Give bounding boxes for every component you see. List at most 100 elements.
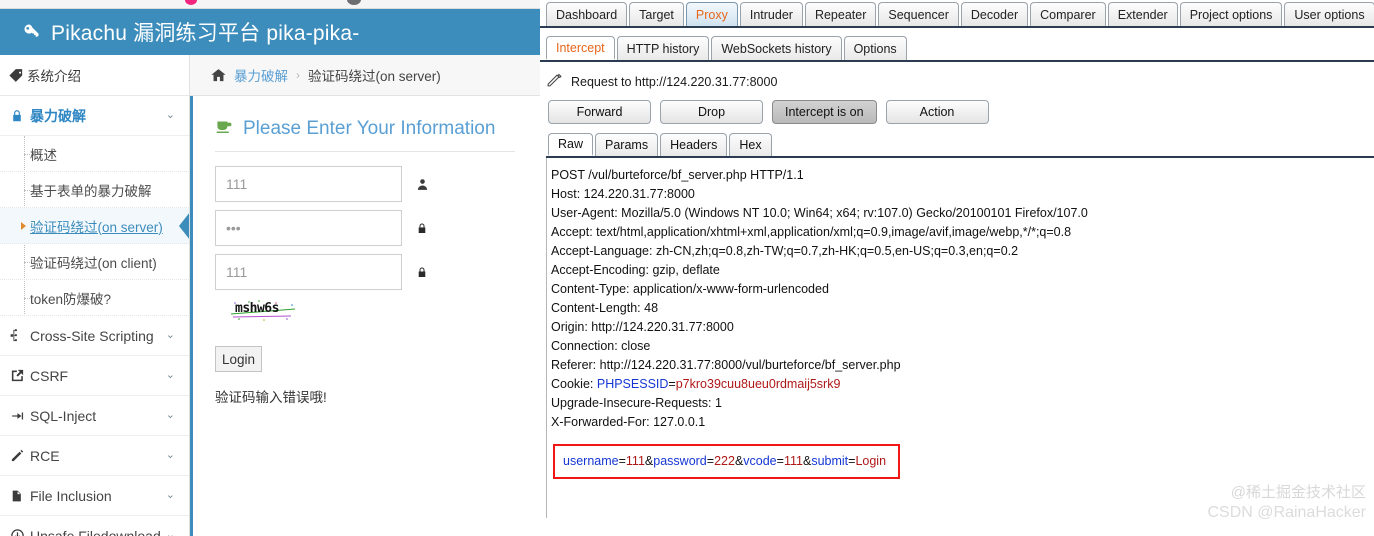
- intercept-toggle-button[interactable]: Intercept is on: [772, 100, 877, 124]
- chevron-down-icon[interactable]: ⌄: [166, 530, 175, 536]
- pikachu-web-app: Pikachu 漏洞练习平台 pika-pika- 暴力破解 › 验证码绕过(o…: [0, 0, 540, 536]
- subtab-intercept[interactable]: Intercept: [546, 36, 615, 60]
- burp-suite-window: Dashboard Target Proxy Intruder Repeater…: [540, 0, 1374, 536]
- title-divider: [215, 151, 515, 152]
- share-icon: [10, 368, 30, 383]
- login-button[interactable]: Login: [215, 346, 262, 372]
- cookie-value: p7kro39cuu8ueu0rdmaij5srk9: [675, 377, 841, 391]
- tab-extender[interactable]: Extender: [1107, 2, 1178, 26]
- sitemap-icon: [10, 328, 30, 343]
- viewtab-headers[interactable]: Headers: [660, 133, 728, 156]
- subtab-websockets-history[interactable]: WebSockets history: [711, 36, 842, 60]
- tag-icon: [8, 67, 25, 84]
- tab-intruder[interactable]: Intruder: [739, 2, 803, 26]
- tab-proxy[interactable]: Proxy: [685, 2, 738, 26]
- app-title: Pikachu 漏洞练习平台 pika-pika-: [51, 22, 360, 45]
- chevron-down-icon[interactable]: ⌄: [166, 370, 175, 381]
- header-x-forwarded-for: X-Forwarded-For: 127.0.0.1: [551, 415, 706, 429]
- sidebar-group-file-inclusion[interactable]: File Inclusion ⌄: [0, 476, 189, 516]
- sidebar-group-label: Cross-Site Scripting: [30, 327, 154, 344]
- sidebar-submenu-bruteforce: 概述 基于表单的暴力破解 验证码绕过(on server) 验证码绕过(on c…: [0, 136, 189, 316]
- coffee-icon: [215, 118, 234, 140]
- header-accept: Accept: text/html,application/xhtml+xml,…: [551, 225, 1072, 239]
- tab-target[interactable]: Target: [629, 2, 684, 26]
- tab-sequencer[interactable]: Sequencer: [878, 2, 959, 26]
- raw-request-editor[interactable]: POST /vul/burteforce/bf_server.php HTTP/…: [546, 158, 1374, 518]
- header-cookie: Cookie: PHPSESSID=p7kro39cuu8ueu0rdmaij5…: [551, 375, 1374, 394]
- sidebar-subitem-token[interactable]: token防爆破?: [0, 280, 189, 316]
- username-input[interactable]: [215, 166, 402, 202]
- captcha-image[interactable]: mshw6s: [229, 298, 299, 322]
- vcode-input[interactable]: [215, 254, 402, 290]
- header-connection: Connection: close: [551, 339, 651, 353]
- password-row: [215, 210, 540, 246]
- burp-main-tabs: Dashboard Target Proxy Intruder Repeater…: [540, 0, 1374, 28]
- sidebar-group-unsafe-filedownload[interactable]: Unsafe Filedownload ⌄: [0, 516, 189, 536]
- header-referer: Referer: http://124.220.31.77:8000/vul/b…: [551, 358, 901, 372]
- sidebar-group-label: File Inclusion: [30, 487, 112, 504]
- sidebar-group-rce[interactable]: RCE ⌄: [0, 436, 189, 476]
- param-value-submit: Login: [855, 454, 887, 468]
- lock-icon: [416, 265, 428, 280]
- burp-intercept-panel: Request to http://124.220.31.77:8000 For…: [540, 62, 1374, 518]
- subtab-http-history[interactable]: HTTP history: [616, 36, 710, 60]
- sidebar-group-bruteforce[interactable]: 暴力破解 ⌄: [0, 96, 189, 136]
- chevron-down-icon[interactable]: ⌄: [166, 110, 175, 121]
- form-title-text: Please Enter Your Information: [243, 118, 496, 139]
- burp-proxy-subtabs: Intercept HTTP history WebSockets histor…: [540, 34, 1374, 62]
- sidebar-subitem-overview[interactable]: 概述: [0, 136, 189, 172]
- viewtab-params[interactable]: Params: [595, 133, 659, 156]
- active-indicator-arrow: [179, 211, 189, 240]
- sidebar-group-sql-inject[interactable]: SQL-Inject ⌄: [0, 396, 189, 436]
- viewtab-raw[interactable]: Raw: [548, 133, 594, 156]
- header-upgrade-insecure: Upgrade-Insecure-Requests: 1: [551, 396, 722, 410]
- error-message: 验证码输入错误哦!: [215, 390, 327, 405]
- chevron-down-icon[interactable]: ⌄: [166, 330, 175, 341]
- browser-icon-pink: [185, 0, 197, 5]
- tab-user-options[interactable]: User options: [1284, 2, 1374, 26]
- tab-decoder[interactable]: Decoder: [960, 2, 1029, 26]
- drop-button[interactable]: Drop: [660, 100, 763, 124]
- sidebar-group-csrf[interactable]: CSRF ⌄: [0, 356, 189, 396]
- action-button[interactable]: Action: [885, 100, 989, 124]
- caret-right-icon: [21, 221, 26, 230]
- forward-button[interactable]: Forward: [548, 100, 651, 124]
- viewtab-hex[interactable]: Hex: [729, 133, 772, 156]
- tab-repeater[interactable]: Repeater: [804, 2, 877, 26]
- breadcrumb-parent[interactable]: 暴力破解: [234, 65, 288, 85]
- breadcrumb-separator: ›: [296, 68, 300, 82]
- sidebar-subitem-label: 验证码绕过(on server): [30, 219, 163, 235]
- sidebar-subitem-captcha-server[interactable]: 验证码绕过(on server): [0, 208, 189, 244]
- param-key-username: username: [563, 454, 619, 468]
- syringe-icon: [10, 409, 30, 423]
- header-origin: Origin: http://124.220.31.77:8000: [551, 320, 734, 334]
- chevron-down-icon[interactable]: ⌄: [166, 410, 175, 421]
- sidebar-subitem-label: 基于表单的暴力破解: [30, 183, 152, 199]
- sidebar-subitem-label: 验证码绕过(on client): [30, 255, 157, 271]
- sidebar-group-xss[interactable]: Cross-Site Scripting ⌄: [0, 316, 189, 356]
- sidebar-group-label: Unsafe Filedownload: [30, 527, 161, 536]
- param-key-submit: submit: [811, 454, 849, 468]
- sidebar-subitem-form-bruteforce[interactable]: 基于表单的暴力破解: [0, 172, 189, 208]
- app-header: Pikachu 漏洞练习平台 pika-pika-: [0, 9, 540, 55]
- request-line: POST /vul/burteforce/bf_server.php HTTP/…: [551, 168, 804, 182]
- tab-comparer[interactable]: Comparer: [1030, 2, 1106, 26]
- chevron-down-icon[interactable]: ⌄: [166, 450, 175, 461]
- user-icon: [416, 177, 429, 192]
- sidebar-group-label: SQL-Inject: [30, 407, 97, 424]
- subtab-options[interactable]: Options: [843, 36, 907, 60]
- password-input[interactable]: [215, 210, 402, 246]
- content-panel: Please Enter Your Information 111 ••• 11…: [190, 96, 540, 536]
- tab-dashboard[interactable]: Dashboard: [546, 2, 628, 26]
- tab-project-options[interactable]: Project options: [1179, 2, 1283, 26]
- screenshot-root: Pikachu 漏洞练习平台 pika-pika- 暴力破解 › 验证码绕过(o…: [0, 0, 1374, 536]
- chevron-down-icon[interactable]: ⌄: [166, 490, 175, 501]
- file-icon: [10, 488, 30, 504]
- captcha-text: mshw6s: [235, 301, 279, 316]
- sidebar-item-intro[interactable]: 系统介绍: [0, 55, 189, 96]
- sidebar-subitem-label: token防爆破?: [30, 291, 112, 307]
- sidebar-subitem-captcha-client[interactable]: 验证码绕过(on client): [0, 244, 189, 280]
- username-row: [215, 166, 540, 202]
- breadcrumb: 暴力破解 › 验证码绕过(on server): [190, 55, 540, 96]
- browser-chrome-sliver: [0, 0, 540, 9]
